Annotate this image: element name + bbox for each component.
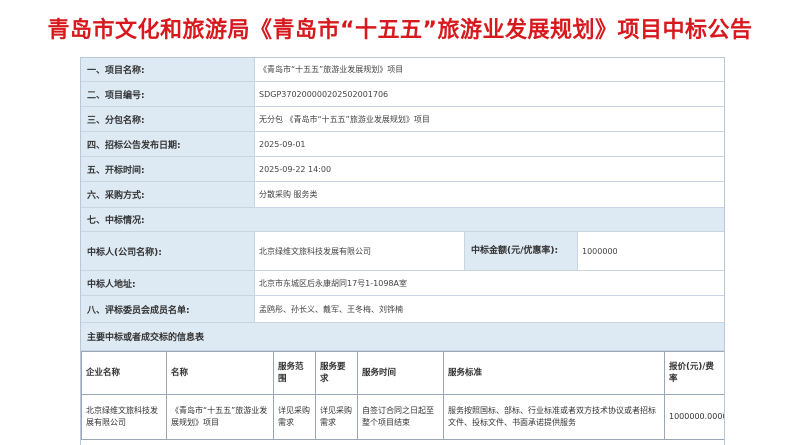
- row-label: 六、采购方式:: [81, 182, 255, 207]
- table-cell: 详见采购需求: [273, 394, 316, 440]
- row-label: 三、分包名称:: [81, 107, 255, 131]
- row-project-name: 一、项目名称: 《青岛市“十五五”旅游业发展规划》项目: [81, 58, 724, 82]
- table-row: 北京绿维文旅科技发展有限公司 《青岛市“十五五”旅游业发展规划》项目 详见采购需…: [81, 394, 724, 440]
- table-header-row: 企业名称 名称 服务范围 服务要求 服务时间 服务标准 报价(元)/费率: [81, 351, 724, 395]
- table-cell: 《青岛市“十五五”旅游业发展规划》项目: [166, 394, 274, 440]
- row-label: 五、开标时间:: [81, 157, 255, 181]
- row-label: 八、评标委员会成员名单:: [81, 296, 255, 322]
- row-winner: 中标人(公司名称): 北京绿维文旅科技发展有限公司 中标金额(元/优惠率): 1…: [81, 232, 724, 271]
- table-cell: 服务按照国标、部标、行业标准或者双方技术协议或者招标文件、投标文件、书面承诺提供…: [443, 394, 665, 440]
- winner-name: 北京绿维文旅科技发展有限公司: [259, 246, 371, 256]
- row-label: 二、项目编号:: [81, 82, 255, 106]
- row-value: 《青岛市“十五五”旅游业发展规划》项目: [255, 58, 724, 81]
- row-bid-opening-time: 五、开标时间: 2025-09-22 14:00: [81, 157, 724, 182]
- row-value: 北京市东城区后永康胡同17号1-1098A室: [255, 271, 724, 295]
- award-info-table: 企业名称 名称 服务范围 服务要求 服务时间 服务标准 报价(元)/费率 北京绿…: [81, 351, 724, 440]
- row-value: 2025-09-01: [255, 132, 724, 156]
- row-committee: 八、评标委员会成员名单: 孟鸥彤、孙长义、戴军、王冬梅、刘铧楠: [81, 296, 724, 323]
- announcement-table: 一、项目名称: 《青岛市“十五五”旅游业发展规划》项目 二、项目编号: SDGP…: [80, 57, 725, 445]
- row-publish-date: 四、招标公告发布日期: 2025-09-01: [81, 132, 724, 157]
- row-section-award: 七、中标情况:: [81, 208, 724, 232]
- column-header: 服务范围: [273, 351, 316, 395]
- column-header: 报价(元)/费率: [664, 351, 724, 395]
- column-header: 服务时间: [357, 351, 444, 395]
- winner-amount-label: 中标金额(元/优惠率):: [464, 232, 578, 270]
- row-label: 四、招标公告发布日期:: [81, 132, 255, 156]
- row-value: 2025-09-22 14:00: [255, 157, 724, 181]
- column-header: 服务要求: [315, 351, 358, 395]
- row-subpackage: 三、分包名称: 无分包 《青岛市“十五五”旅游业发展规划》项目: [81, 107, 724, 132]
- row-label: 中标人地址:: [81, 271, 255, 295]
- row-winner-address: 中标人地址: 北京市东城区后永康胡同17号1-1098A室: [81, 271, 724, 296]
- column-header: 服务标准: [443, 351, 665, 395]
- section-heading: 七、中标情况:: [81, 208, 724, 231]
- row-value: 孟鸥彤、孙长义、戴军、王冬梅、刘铧楠: [255, 296, 724, 322]
- table-cell: 详见采购需求: [315, 394, 358, 440]
- row-label: 一、项目名称:: [81, 58, 255, 81]
- row-project-number: 二、项目编号: SDGP370200000202502001706: [81, 82, 724, 107]
- winner-amount-value: 1000000: [582, 246, 618, 256]
- row-label: 中标人(公司名称):: [81, 232, 255, 270]
- page-title: 青岛市文化和旅游局《青岛市“十五五”旅游业发展规划》项目中标公告: [47, 18, 753, 43]
- row-value: SDGP370200000202502001706: [255, 82, 724, 106]
- table-cell: 1000000.000000: [664, 394, 724, 440]
- section-heading: 主要中标或者成交标的信息表: [81, 323, 724, 350]
- row-value: 无分包 《青岛市“十五五”旅游业发展规划》项目: [255, 107, 724, 131]
- row-info-title: 主要中标或者成交标的信息表: [81, 323, 724, 351]
- table-cell: 自签订合同之日起至整个项目结束: [357, 394, 444, 440]
- column-header: 企业名称: [81, 351, 167, 395]
- table-cell: 北京绿维文旅科技发展有限公司: [81, 394, 167, 440]
- row-procurement-method: 六、采购方式: 分散采购 服务类: [81, 182, 724, 208]
- column-header: 名称: [166, 351, 274, 395]
- row-value: 分散采购 服务类: [255, 182, 724, 207]
